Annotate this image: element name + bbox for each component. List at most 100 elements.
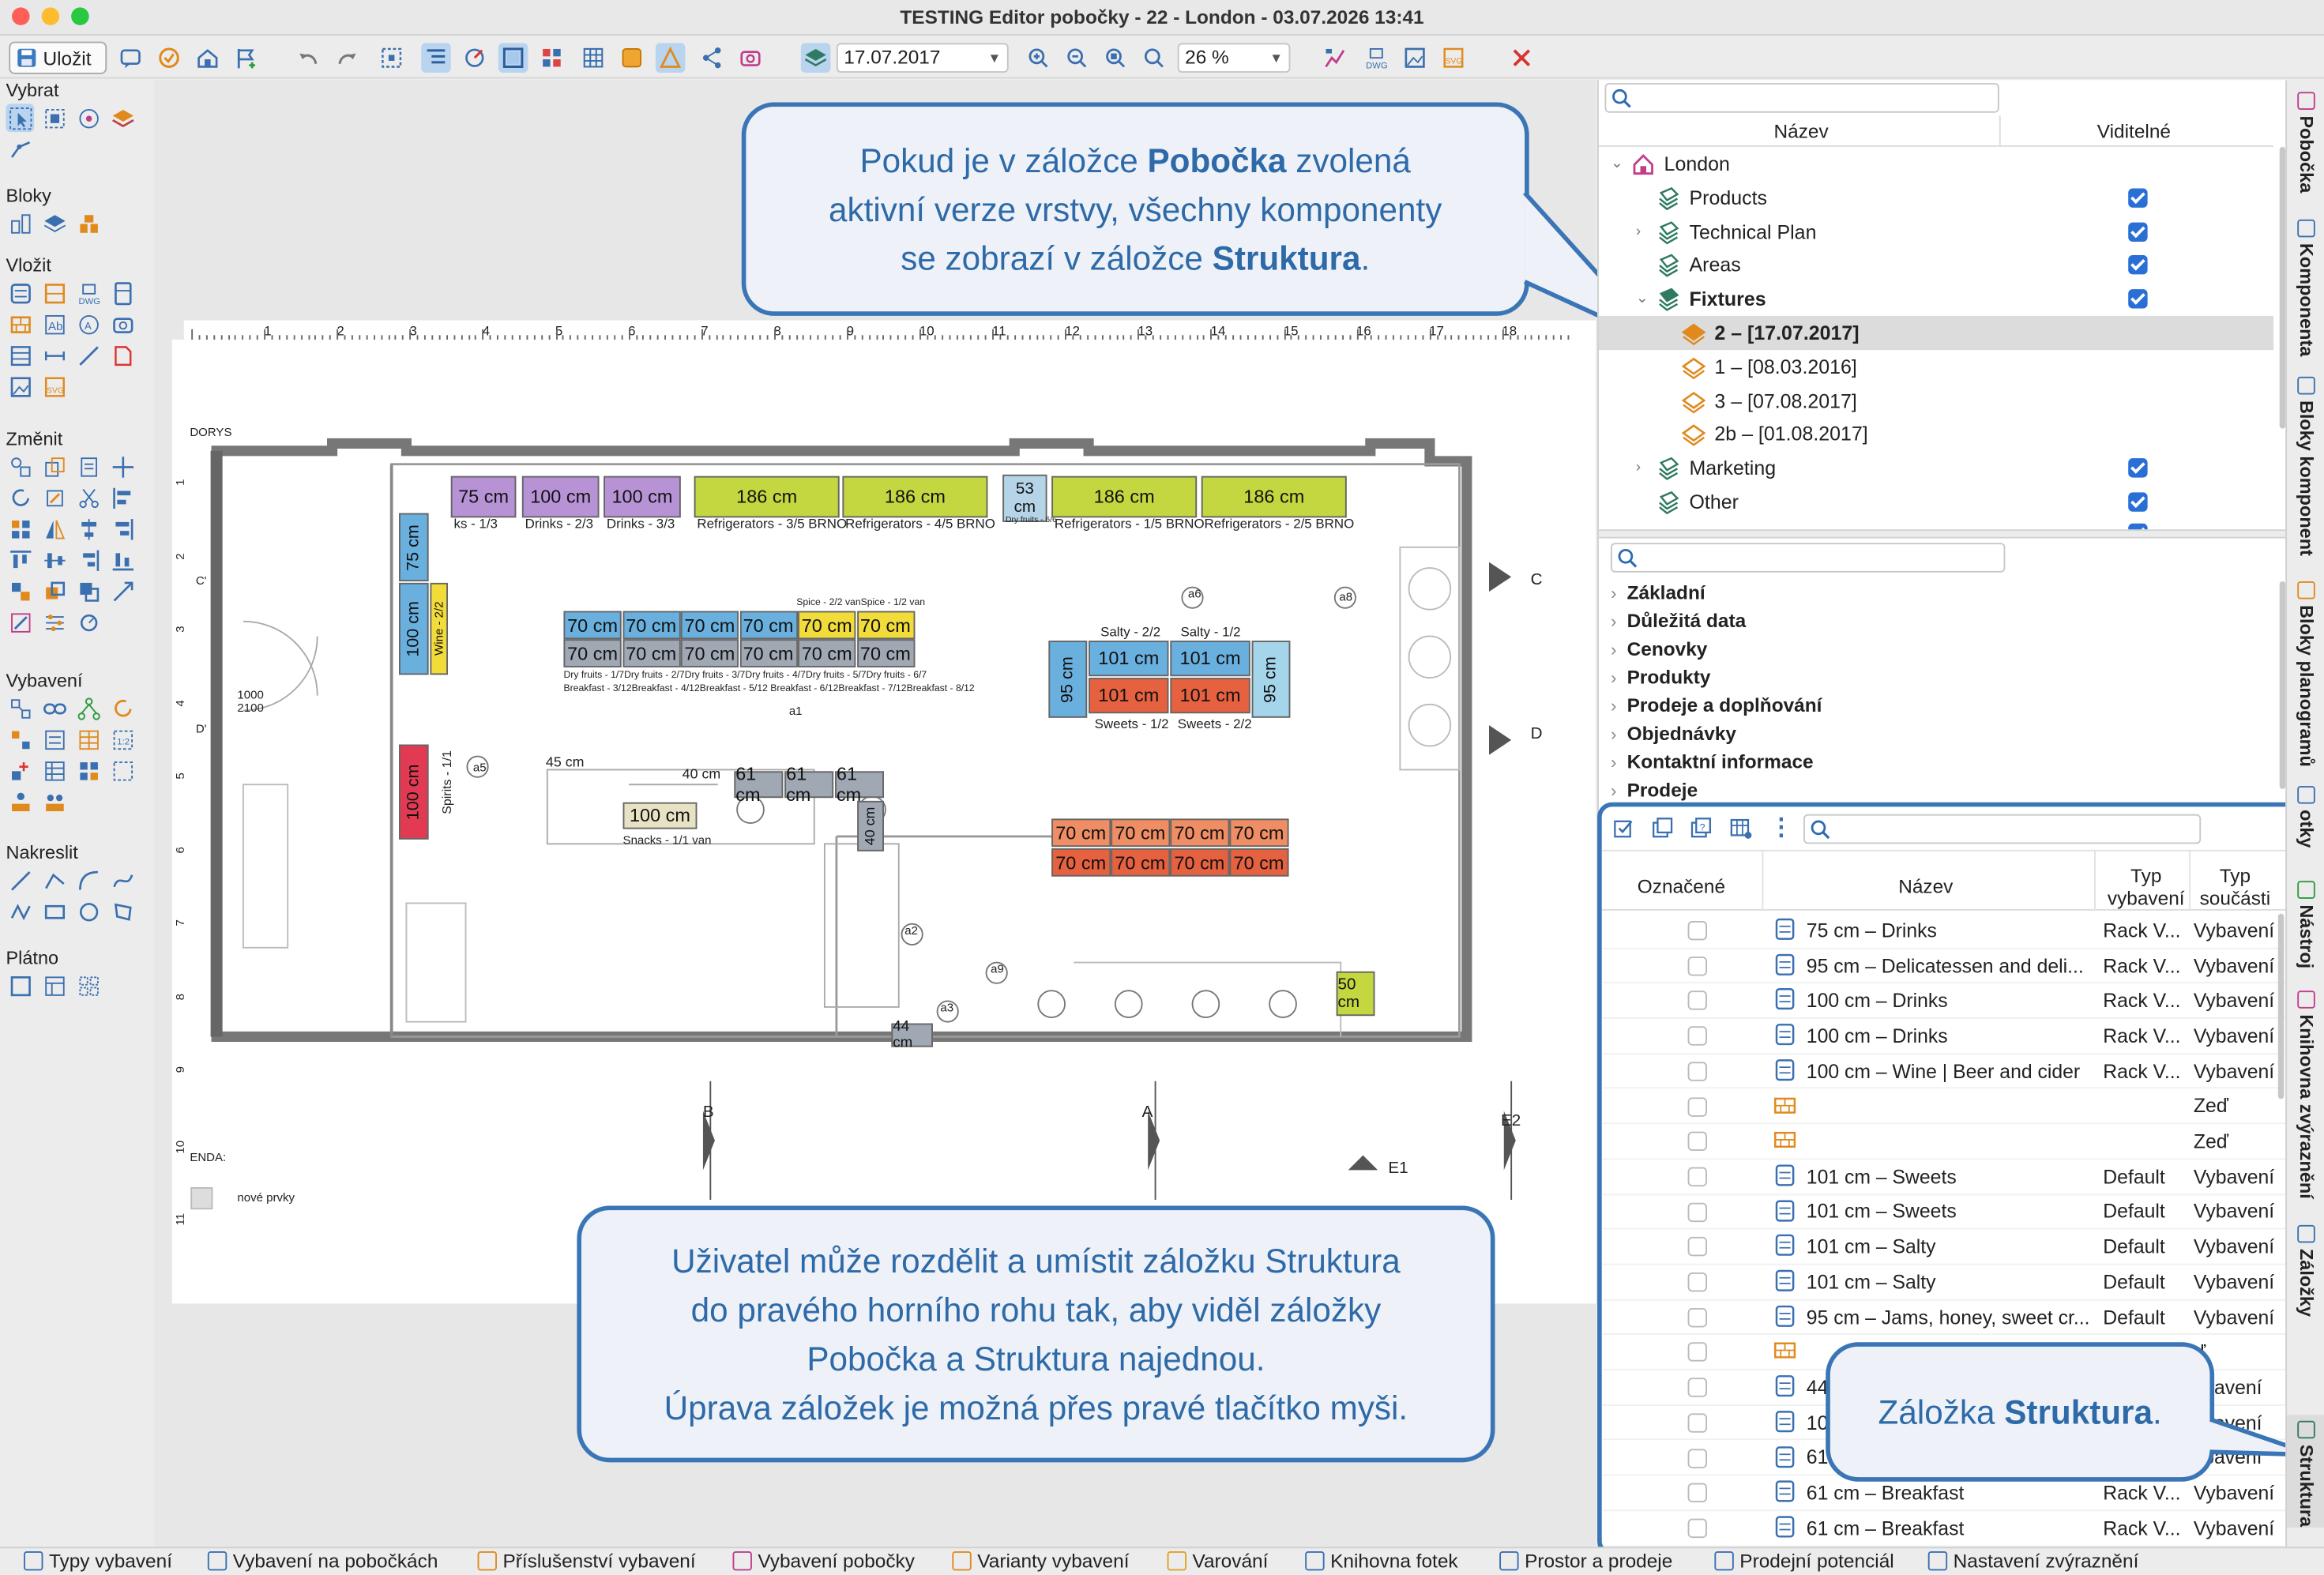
table-row[interactable]: 101 cm – Sweets Default Vybavení	[1601, 1195, 2313, 1231]
row-checkbox[interactable]	[1687, 1272, 1708, 1292]
left-fixture[interactable]: 75 cm	[399, 513, 429, 582]
tea-fixture-top[interactable]: 70 cm	[1051, 818, 1111, 848]
equipment-grid-icon[interactable]	[74, 757, 103, 785]
mid-fixture-bottom[interactable]: 70 cm	[739, 639, 798, 667]
block-group-icon[interactable]	[74, 209, 103, 238]
share-icon[interactable]	[697, 43, 727, 73]
image-export-icon[interactable]	[1400, 43, 1430, 73]
camera-icon[interactable]	[735, 43, 765, 73]
side-tab[interactable]: otky	[2287, 780, 2324, 848]
visible-checkbox[interactable]	[2128, 492, 2148, 512]
side-tab[interactable]: Komponenta	[2287, 213, 2324, 356]
branch-tree-item[interactable]: ⌄ London	[1599, 147, 2273, 181]
equipment-move-icon[interactable]	[6, 757, 35, 785]
branch-search-input[interactable]	[1604, 83, 1999, 113]
draw-circle-icon[interactable]	[74, 897, 103, 926]
draw-rectangle-icon[interactable]	[40, 897, 69, 926]
row-checkbox[interactable]	[1687, 1096, 1708, 1116]
table-row[interactable]: 101 cm – Sweets Default Vybavení	[1601, 1160, 2313, 1195]
side-tab[interactable]: Knihovna zvýraznění	[2287, 985, 2324, 1199]
small-fixture[interactable]: 100 cm	[622, 802, 698, 829]
insert-pdf-icon[interactable]	[108, 341, 137, 370]
mid-fixture-bottom[interactable]: 70 cm	[856, 639, 915, 667]
scissors-icon[interactable]	[74, 483, 103, 512]
visible-checkbox[interactable]	[2128, 255, 2148, 276]
small-fixture[interactable]: 61 cm	[734, 764, 784, 806]
draw-polygon-icon[interactable]	[108, 897, 137, 926]
left-fixture[interactable]: 100 cm	[399, 744, 429, 840]
table-row[interactable]: 100 cm – Wine | Beer and cider Rack V... V…	[1601, 1054, 2313, 1090]
side-tab[interactable]: Bloky komponent	[2287, 370, 2324, 556]
mid-fixture-top[interactable]: 70 cm	[622, 611, 680, 640]
target-icon[interactable]	[74, 103, 103, 132]
properties-search-input[interactable]	[1610, 543, 2006, 573]
branch-tree-item[interactable]: Areas	[1599, 248, 2273, 282]
cycle-icon[interactable]	[74, 608, 103, 637]
align-top-icon[interactable]	[6, 546, 35, 574]
table-row[interactable]: 95 cm – Jams, honey, sweet cr... Default V…	[1601, 1300, 2313, 1336]
insert-dwg-icon[interactable]: DWG	[74, 279, 103, 307]
area-select-icon[interactable]	[40, 103, 69, 132]
check-all-icon[interactable]	[1612, 818, 1634, 848]
table-row[interactable]: 75 cm – Drinks Rack V... Vybavení	[1601, 914, 2313, 949]
row-checkbox[interactable]	[1687, 1026, 1708, 1046]
equipment-list-icon[interactable]	[40, 725, 69, 754]
branch-tree-item[interactable]: 2 – [17.07.2017]	[1598, 315, 2274, 351]
properties-section[interactable]: › Základní	[1611, 581, 1705, 603]
bottom-tab[interactable]: Prostor a prodeje	[1499, 1550, 1672, 1572]
undo-icon[interactable]	[294, 43, 324, 73]
more-options-icon[interactable]: ⋮	[1769, 813, 1793, 843]
zoom-window-button[interactable]	[71, 7, 89, 25]
draw-curve-icon[interactable]	[108, 866, 137, 895]
properties-section[interactable]: › Cenovky	[1611, 637, 1707, 660]
structure-scrollbar[interactable]	[2277, 913, 2285, 1099]
draw-zigzag-icon[interactable]	[6, 897, 35, 926]
insert-line-icon[interactable]	[74, 341, 103, 370]
insert-image-icon[interactable]	[6, 372, 35, 400]
table-row[interactable]: 101 cm – Salty Default Vybavení	[1601, 1265, 2313, 1301]
draw-arc-icon[interactable]	[74, 866, 103, 895]
visible-checkbox[interactable]	[2128, 458, 2148, 478]
tea-fixture-bottom[interactable]: 70 cm	[1111, 848, 1170, 877]
dwg-export-icon[interactable]: DWG	[1362, 43, 1392, 73]
properties-section[interactable]: › Produkty	[1611, 666, 1710, 688]
small-fixture[interactable]: 61 cm	[784, 764, 834, 806]
island-side-fixture[interactable]: 95 cm	[1251, 641, 1291, 718]
invert-selection-icon[interactable]: ?	[1689, 818, 1712, 848]
arrange-icon[interactable]	[6, 577, 35, 605]
branch-scrollbar[interactable]	[2279, 146, 2286, 429]
row-checkbox[interactable]	[1687, 956, 1708, 975]
top-fixture-4[interactable]: 186 cm	[842, 476, 988, 518]
check-circle-icon[interactable]	[154, 43, 184, 73]
bottom-tab[interactable]: Varování	[1167, 1550, 1268, 1572]
insert-wall-icon[interactable]	[6, 310, 35, 338]
resize-icon[interactable]	[108, 577, 137, 605]
save-button[interactable]: Uložit	[9, 41, 107, 74]
row-checkbox[interactable]	[1687, 920, 1708, 941]
properties-section[interactable]: › Důležitá data	[1611, 610, 1746, 632]
mid-fixture-top[interactable]: 70 cm	[856, 611, 915, 640]
comment-icon[interactable]	[115, 43, 145, 73]
mid-fixture-bottom[interactable]: 70 cm	[563, 639, 622, 667]
row-checkbox[interactable]	[1687, 1237, 1708, 1257]
minimize-window-button[interactable]	[41, 7, 60, 25]
side-tab[interactable]: Struktura	[2287, 1415, 2324, 1528]
insert-text-icon[interactable]: Ab	[40, 310, 69, 338]
equipment-size-icon[interactable]: 1:2	[108, 725, 137, 754]
distribute-horizontal-icon[interactable]	[40, 546, 69, 574]
tea-fixture-bottom[interactable]: 70 cm	[1051, 848, 1111, 877]
insert-dimension-icon[interactable]	[40, 341, 69, 370]
sliders-icon[interactable]	[40, 608, 69, 637]
angle-icon[interactable]	[460, 43, 490, 73]
column-part-type[interactable]: Typ součásti	[2192, 865, 2278, 909]
zoom-reset-icon[interactable]	[1139, 43, 1169, 73]
canvas-grid-icon[interactable]	[74, 972, 103, 1000]
modify-copy-icon[interactable]	[40, 453, 69, 481]
layers-icon[interactable]	[800, 43, 831, 73]
column-equipment-type[interactable]: Typ vybavení	[2103, 865, 2189, 909]
mid-fixture-top[interactable]: 70 cm	[680, 611, 739, 640]
align-bottom-icon[interactable]	[108, 546, 137, 574]
align-right-edge-icon[interactable]	[74, 546, 103, 574]
side-tab[interactable]: Nástroj	[2287, 875, 2324, 968]
flag-add-icon[interactable]	[231, 43, 261, 73]
